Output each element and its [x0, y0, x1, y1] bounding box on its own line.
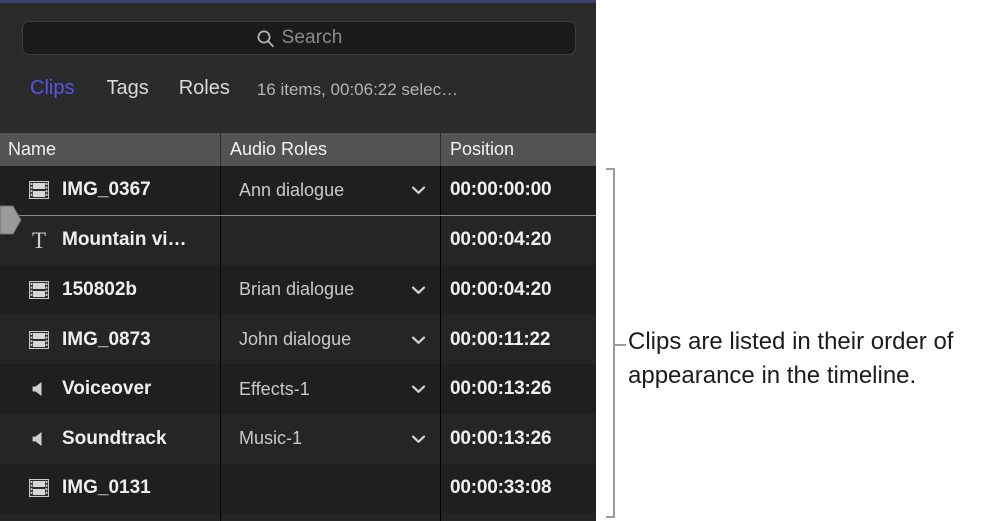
cell-name[interactable] — [0, 513, 220, 521]
title-text-icon: T — [28, 229, 50, 251]
position-timecode: 00:00:13:26 — [450, 428, 551, 450]
table-row[interactable]: Voiceover Effects-1 00:00:13:26 — [0, 364, 596, 414]
table-row[interactable]: IMG_0131 00:00:33:08 — [0, 464, 596, 514]
chevron-down-icon[interactable] — [411, 285, 426, 295]
clip-name-label: Soundtrack — [62, 428, 167, 450]
callout-annotation: Clips are listed in their order of appea… — [596, 0, 1003, 521]
chevron-down-icon[interactable] — [411, 384, 426, 394]
cell-position[interactable] — [440, 513, 596, 521]
cell-position[interactable]: 00:00:04:20 — [440, 265, 596, 315]
table-row[interactable]: 150802b Brian dialogue 00:00:04:20 — [0, 265, 596, 315]
cell-position[interactable]: 00:00:13:26 — [440, 364, 596, 414]
clip-name-label: IMG_0131 — [62, 477, 151, 499]
clip-name-label: IMG_0873 — [62, 329, 151, 351]
film-strip-icon — [28, 329, 50, 351]
cell-audio-role[interactable]: Ann dialogue — [220, 166, 440, 215]
film-strip-icon — [28, 477, 50, 499]
callout-bracket — [602, 168, 624, 518]
column-header-audio-roles[interactable]: Audio Roles — [220, 133, 440, 166]
position-timecode: 00:00:13:26 — [450, 378, 551, 400]
cell-name[interactable]: IMG_0131 — [0, 464, 220, 514]
cell-name[interactable]: T Mountain vi… — [0, 216, 220, 266]
chevron-down-icon[interactable] — [411, 185, 426, 195]
audio-role-label: Brian dialogue — [239, 279, 411, 300]
clip-name-label: Mountain vi… — [62, 229, 187, 251]
bracket-tick — [614, 344, 626, 346]
clip-name-label: Voiceover — [62, 378, 151, 400]
cell-position[interactable]: 00:00:13:26 — [440, 414, 596, 464]
search-row: Search — [0, 3, 596, 63]
audio-role-label: Ann dialogue — [239, 180, 411, 201]
cell-position[interactable]: 00:00:04:20 — [440, 216, 596, 266]
column-header-name[interactable]: Name — [0, 133, 220, 166]
selection-status-text: 16 items, 00:06:22 selec… — [257, 63, 458, 100]
search-input[interactable]: Search — [22, 21, 576, 55]
bracket-cap-bottom — [606, 516, 615, 518]
position-timecode: 00:00:04:20 — [450, 279, 551, 301]
table-row[interactable]: Soundtrack Music-1 00:00:13:26 — [0, 414, 596, 464]
speaker-icon — [28, 428, 50, 450]
position-timecode: 00:00:33:08 — [450, 477, 551, 499]
search-icon — [256, 29, 275, 48]
cell-position[interactable]: 00:00:00:00 — [440, 166, 596, 215]
table-row[interactable]: IMG_0367 Ann dialogue 00:00:00:00 — [0, 166, 596, 216]
tab-clips[interactable]: Clips — [30, 63, 74, 100]
position-timecode: 00:00:04:20 — [450, 229, 551, 251]
callout-text: Clips are listed in their order of appea… — [628, 325, 958, 393]
cell-audio-role[interactable]: Effects-1 — [220, 364, 440, 414]
clip-list[interactable]: IMG_0367 Ann dialogue 00:00:00:00 T M — [0, 166, 596, 521]
position-timecode: 00:00:11:22 — [450, 329, 550, 351]
cell-position[interactable]: 00:00:33:08 — [440, 464, 596, 514]
chevron-down-icon[interactable] — [411, 434, 426, 444]
cell-audio-role[interactable]: Brian dialogue — [220, 265, 440, 315]
clip-name-label: IMG_0367 — [62, 179, 151, 201]
cell-name[interactable]: 150802b — [0, 265, 220, 315]
table-row[interactable] — [0, 513, 596, 521]
cell-name[interactable]: IMG_0873 — [0, 315, 220, 365]
clip-name-label: 150802b — [62, 279, 137, 301]
index-tab-bar: Clips Tags Roles 16 items, 00:06:22 sele… — [0, 63, 596, 129]
timeline-index-panel: Search Clips Tags Roles 16 items, 00:06:… — [0, 0, 596, 521]
speaker-icon — [28, 378, 50, 400]
cell-position[interactable]: 00:00:11:22 — [440, 315, 596, 365]
cell-name[interactable]: Soundtrack — [0, 414, 220, 464]
chevron-down-icon[interactable] — [411, 335, 426, 345]
cell-audio-role[interactable] — [220, 513, 440, 521]
cell-name[interactable]: Voiceover — [0, 364, 220, 414]
audio-role-label: Effects-1 — [239, 379, 411, 400]
audio-role-label: John dialogue — [239, 329, 411, 350]
cell-audio-role[interactable] — [220, 216, 440, 266]
cell-name[interactable]: IMG_0367 — [0, 166, 220, 215]
search-placeholder: Search — [282, 27, 343, 49]
table-row[interactable]: T Mountain vi… 00:00:04:20 — [0, 216, 596, 266]
audio-role-label: Music-1 — [239, 428, 411, 449]
column-header-position[interactable]: Position — [440, 133, 596, 166]
film-strip-icon — [28, 179, 50, 201]
position-timecode: 00:00:00:00 — [450, 179, 551, 201]
playhead-pointer-icon[interactable] — [0, 205, 22, 235]
cell-audio-role[interactable] — [220, 464, 440, 514]
cell-audio-role[interactable]: Music-1 — [220, 414, 440, 464]
tab-tags[interactable]: Tags — [106, 63, 148, 100]
film-strip-icon — [28, 279, 50, 301]
tab-roles[interactable]: Roles — [179, 63, 230, 100]
table-row[interactable]: IMG_0873 John dialogue 00:00:11:22 — [0, 315, 596, 365]
bracket-vertical-line — [613, 168, 615, 518]
column-header-row: Name Audio Roles Position — [0, 132, 596, 166]
cell-audio-role[interactable]: John dialogue — [220, 315, 440, 365]
